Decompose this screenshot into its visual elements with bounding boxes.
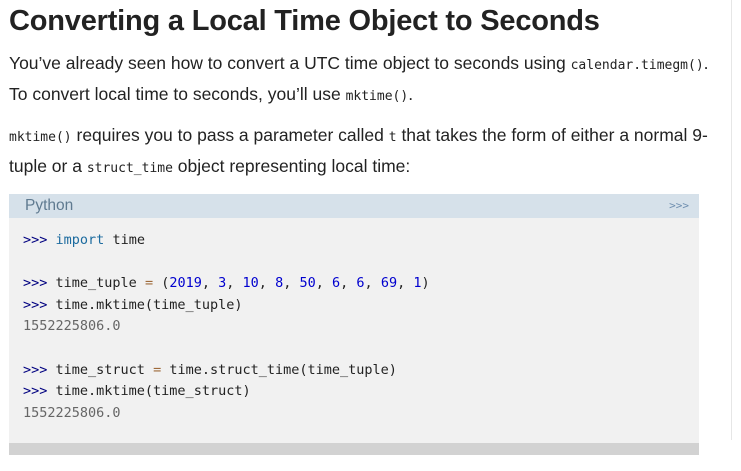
code-language-label: Python bbox=[25, 197, 74, 214]
toggle-prompts-button[interactable]: >>> bbox=[669, 198, 689, 214]
code-operator: = bbox=[153, 361, 162, 378]
code-keyword: import bbox=[55, 232, 105, 248]
content-divider bbox=[731, 0, 732, 440]
code-number: 3 bbox=[218, 275, 227, 292]
paragraph-text: . bbox=[408, 84, 414, 104]
paragraph-mktime: mktime() requires you to pass a paramete… bbox=[9, 121, 709, 183]
code-prompt: >>> bbox=[23, 361, 48, 378]
code-number: 69 bbox=[380, 275, 398, 292]
code-output: 1552225806.0 bbox=[23, 318, 121, 335]
inline-code-calendar-timegm: calendar.timegm() bbox=[570, 58, 704, 73]
code-text: time bbox=[104, 232, 145, 248]
code-text: time.struct_time(time_tuple) bbox=[161, 361, 397, 378]
code-number: 6 bbox=[332, 275, 341, 292]
code-line: >>> import time bbox=[23, 230, 430, 252]
code-prompt: >>> bbox=[23, 275, 48, 292]
code-number: 8 bbox=[275, 275, 284, 292]
code-text: time_struct bbox=[47, 361, 154, 378]
code-prompt: >>> bbox=[23, 232, 48, 248]
code-prompt: >>> bbox=[23, 296, 48, 313]
code-operator: = bbox=[144, 275, 154, 292]
code-number: 50 bbox=[299, 275, 316, 292]
code-prompt: >>> bbox=[23, 383, 48, 400]
inline-code-t: t bbox=[388, 130, 397, 145]
paragraph-text: You’ve already seen how to convert a UTC… bbox=[9, 53, 571, 73]
code-line: >>> time_tuple = (2019, 3, 10, 8, 50, 6,… bbox=[23, 275, 430, 292]
code-text: time.mktime(time_struct) bbox=[47, 383, 251, 400]
paragraph-text: object representing local time: bbox=[172, 156, 411, 176]
code-text: ) bbox=[421, 275, 430, 292]
code-number: 2019 bbox=[169, 275, 202, 292]
code-line: >>> time_struct = time.struct_time(time_… bbox=[23, 360, 430, 382]
code-number: 10 bbox=[242, 275, 259, 292]
inline-code-mktime: mktime() bbox=[9, 130, 72, 145]
inline-code-mktime: mktime() bbox=[345, 89, 409, 104]
section-heading: Converting a Local Time Object to Second… bbox=[9, 5, 600, 37]
code-text: time.mktime(time_tuple) bbox=[47, 296, 243, 313]
code-text: ( bbox=[153, 275, 170, 292]
code-text: time_tuple bbox=[47, 275, 145, 292]
code-block-scrollbar[interactable] bbox=[9, 443, 699, 455]
code-output: 1552225806.0 bbox=[23, 404, 121, 421]
code-block: Python >>> >>> import time >>> time_tuple… bbox=[9, 194, 699, 455]
code-content: >>> import time >>> time_tuple = (2019, 3… bbox=[23, 230, 430, 424]
code-line: >>> time.mktime(time_struct) bbox=[23, 381, 430, 403]
code-number: 6 bbox=[356, 275, 365, 292]
code-line: >>> time.mktime(time_tuple) bbox=[23, 295, 430, 317]
paragraph-text: requires you to pass a parameter called bbox=[71, 125, 389, 145]
paragraph-intro: You’ve already seen how to convert a UTC… bbox=[9, 49, 709, 111]
code-block-header: Python >>> bbox=[9, 194, 699, 218]
inline-code-struct-time: struct_time bbox=[86, 161, 173, 176]
